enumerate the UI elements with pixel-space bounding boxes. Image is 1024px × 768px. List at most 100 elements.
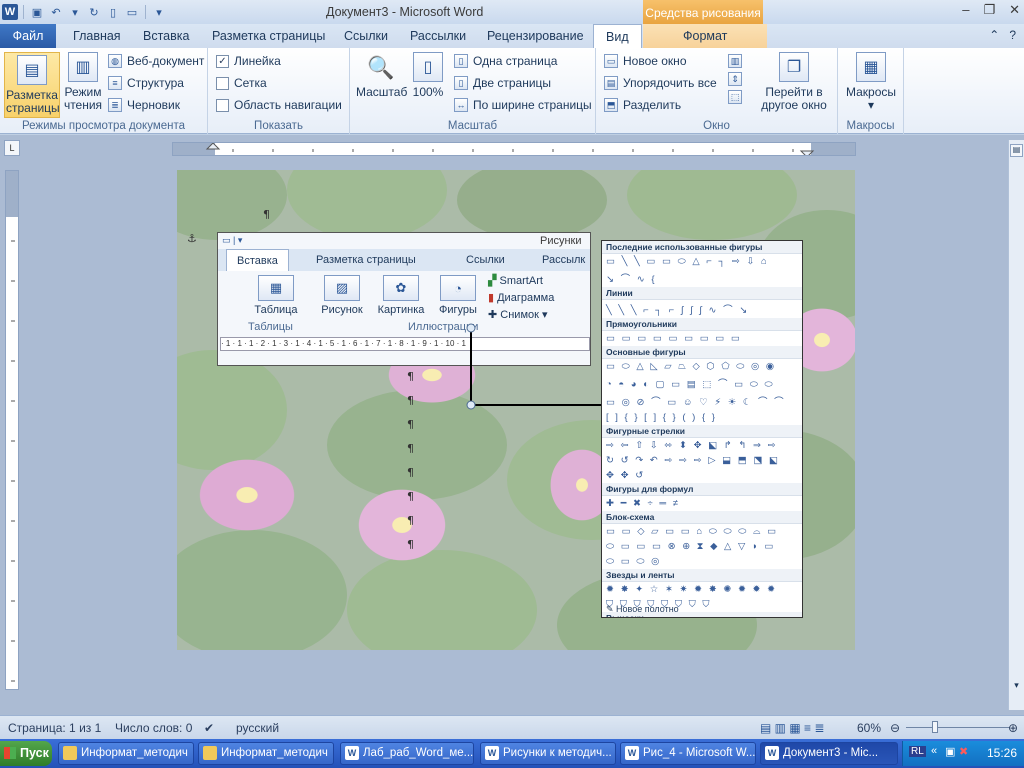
sync-scroll-icon[interactable]: ⇕: [728, 72, 742, 86]
zoom-100-button[interactable]: ▯ 100%: [410, 52, 446, 99]
word-app-icon[interactable]: W: [2, 4, 18, 20]
two-pages-button[interactable]: ▯ Две страницы: [454, 76, 551, 90]
zoom-out-icon[interactable]: ⊖: [890, 721, 900, 735]
macros-icon: ▦: [856, 52, 886, 82]
view-side-by-side-icon[interactable]: ▥: [728, 54, 742, 68]
print-layout-button[interactable]: ▤ Разметка страницы: [4, 52, 60, 118]
tab-review[interactable]: Рецензирование: [487, 24, 584, 48]
scroll-down-icon[interactable]: ▾: [1010, 680, 1023, 693]
view-shortcuts[interactable]: ▤ ▥ ▦ ≡ ≣: [760, 721, 824, 735]
shapes-row[interactable]: ◔ ◓ ◕ ◐ ▢ ▭ ▤ ⬚ ⌒ ▭ ⬭ ⬭: [602, 374, 802, 392]
page-width-button[interactable]: ↔ По ширине страницы: [454, 98, 592, 112]
taskbar-item[interactable]: Информат_методич: [58, 742, 194, 765]
network-icon[interactable]: ▣: [945, 745, 955, 758]
tab-references[interactable]: Ссылки: [344, 24, 388, 48]
tab-selector[interactable]: L: [4, 140, 20, 156]
redo-icon[interactable]: ↻: [86, 4, 102, 20]
draft-button[interactable]: ≣ Черновик: [108, 98, 180, 112]
taskbar-item[interactable]: W Лаб_раб_Word_ме...: [340, 742, 474, 765]
restore-icon[interactable]: ❐: [983, 2, 995, 18]
word-count[interactable]: Число слов: 0: [115, 721, 192, 735]
shapes-row[interactable]: ╲ ╲ ╲ ⌐ ┐ ⌐ ∫ ∫ ∫ ∿ ⌒ ↘: [602, 300, 802, 318]
shapes-row[interactable]: ✹ ✸ ✦ ☆ ✶ ✷ ✹ ✸ ✺ ✹ ✹ ✹: [602, 582, 802, 597]
shapes-row[interactable]: ▭ ▭ ▭ ▭ ▭ ▭ ▭ ▭ ▭: [602, 331, 802, 346]
taskbar-item-label: Документ3 - Mic...: [783, 747, 879, 759]
page-100-icon: ▯: [413, 52, 443, 82]
shapes-row[interactable]: ↘ ⌒ ∿ {: [602, 269, 802, 287]
vertical-ruler[interactable]: [5, 170, 19, 690]
switch-windows-button[interactable]: ❐ Перейти в другое окно: [756, 52, 832, 112]
web-layout-button[interactable]: ◍ Веб-документ: [108, 54, 204, 68]
macros-button[interactable]: ▦ Макросы ▾: [846, 52, 896, 112]
reset-position-icon[interactable]: ⬚: [728, 90, 742, 104]
language[interactable]: русский: [236, 721, 279, 735]
zoom-in-icon[interactable]: ⊕: [1008, 721, 1018, 735]
clock[interactable]: 15:26: [987, 746, 1017, 760]
proofing-icon[interactable]: ✔: [204, 721, 214, 735]
undo-icon[interactable]: ↶: [48, 4, 64, 20]
shapes-row[interactable]: ▭ ⬭ △ ◺ ▱ ⏢ ◇ ⬡ ⬠ ⬭ ◎ ◉: [602, 359, 802, 374]
open-book-icon[interactable]: ▭: [124, 4, 140, 20]
one-page-button[interactable]: ▯ Одна страница: [454, 54, 557, 68]
start-button[interactable]: Пуск: [0, 741, 52, 766]
page-count[interactable]: Страница: 1 из 1: [8, 721, 101, 735]
new-window-button[interactable]: ▭ Новое окно: [604, 54, 687, 68]
zoom-slider-track[interactable]: [906, 727, 1010, 728]
shapes-row[interactable]: ⬭ ▭ ⬭ ◎: [602, 554, 802, 569]
split-button[interactable]: ⬒ Разделить: [604, 98, 681, 112]
taskbar-item[interactable]: Информат_методич: [198, 742, 334, 765]
taskbar-item[interactable]: W Рис_4 - Microsoft W...: [620, 742, 756, 765]
minimize-icon[interactable]: –: [962, 2, 969, 18]
group-label: Окно: [703, 120, 730, 132]
new-canvas-label: ✎ Новое полотно: [606, 604, 679, 615]
taskbar-item[interactable]: W Рисунки к методич...: [480, 742, 616, 765]
word-icon: W: [485, 746, 499, 760]
shapes-row[interactable]: ⇨ ⇦ ⇧ ⇩ ⬄ ⬍ ✥ ⬕ ↱ ↰ ⇒ ⇨: [602, 438, 802, 453]
customize-qat-icon[interactable]: ▾: [151, 4, 167, 20]
shapes-section-title: Фигуры для формул: [602, 483, 802, 496]
save-icon[interactable]: ▣: [29, 4, 45, 20]
taskbar-item-active[interactable]: W Документ3 - Mic...: [760, 742, 898, 765]
shapes-gallery-screenshot[interactable]: Последние использованные фигуры ▭ ╲ ╲ ▭ ▭…: [601, 240, 803, 618]
page-width-label: По ширине страницы: [473, 98, 592, 112]
checkbox-unchecked[interactable]: [216, 76, 229, 90]
tab-mailings[interactable]: Рассылки: [410, 24, 466, 48]
shapes-row[interactable]: ▭ ╲ ╲ ▭ ▭ ⬭ △ ⌐ ┐ ⇨ ⇩ ⌂: [602, 254, 802, 269]
antivirus-icon[interactable]: ✖: [959, 745, 968, 758]
shapes-row[interactable]: [ ] { } [ ] { } ( ) { }: [602, 410, 802, 425]
language-indicator[interactable]: RL: [909, 746, 926, 757]
shapes-row[interactable]: ↻ ↺ ↷ ↶ ⇨ ⇨ ⇨ ▷ ⬓ ⬒ ⬔ ⬕: [602, 453, 802, 468]
zoom-slider-thumb[interactable]: [931, 721, 938, 733]
shapes-row[interactable]: ▭ ▭ ◇ ▱ ▭ ▭ ⌂ ⬭ ⬭ ⬭ ⌓ ▭: [602, 524, 802, 539]
reading-mode-button[interactable]: ▥ Режим чтения: [62, 52, 104, 112]
tray-expand-icon[interactable]: «: [931, 745, 937, 757]
tab-home[interactable]: Главная: [73, 24, 121, 48]
tab-file[interactable]: Файл: [0, 24, 56, 48]
shapes-row[interactable]: ⬭ ▭ ▭ ▭ ⊗ ⊕ ⧗ ◆ △ ▽ ◗ ▭: [602, 539, 802, 554]
outline-button[interactable]: ≡ Структура: [108, 76, 184, 90]
zoom-level[interactable]: 60%: [857, 721, 881, 735]
tab-format[interactable]: Формат: [643, 24, 768, 48]
checkbox-checked[interactable]: ✓: [216, 54, 229, 68]
zoom-button[interactable]: 🔍 Масштаб: [356, 52, 407, 99]
ruler-toggle-icon[interactable]: ▤: [1010, 144, 1023, 157]
horizontal-ruler[interactable]: [172, 142, 856, 156]
arrange-all-button[interactable]: ▤ Упорядочить все: [604, 76, 717, 90]
tab-page-layout[interactable]: Разметка страницы: [212, 24, 325, 48]
shapes-row[interactable]: ▭ ◎ ⊘ ⌒ ▭ ☺ ♡ ⚡ ☀ ☾ ⌒ ⌒: [602, 392, 802, 410]
ruler-checkbox[interactable]: ✓ Линейка: [216, 54, 281, 68]
tab-insert[interactable]: Вставка: [143, 24, 189, 48]
document-page[interactable]: ¶ ⚓ ¶ ¶ ¶ ¶ ¶ ¶ ¶ ¶ ▭ | ▾ Рисунки Вставк…: [177, 170, 855, 650]
shapes-row[interactable]: ✥ ✥ ↺: [602, 468, 802, 483]
collapse-ribbon-icon[interactable]: ⌃: [989, 28, 999, 42]
shapes-row[interactable]: ✚ ━ ✖ ÷ ═ ≠: [602, 496, 802, 511]
navigation-pane-checkbox[interactable]: Область навигации: [216, 98, 342, 112]
vertical-scrollbar[interactable]: ▤ ▾: [1008, 140, 1024, 710]
close-icon[interactable]: ✕: [1009, 2, 1020, 18]
grid-checkbox[interactable]: Сетка: [216, 76, 267, 90]
help-icon[interactable]: ?: [1009, 28, 1016, 42]
checkbox-unchecked[interactable]: [216, 98, 229, 112]
chevron-down-icon[interactable]: ▾: [67, 4, 83, 20]
tab-view[interactable]: Вид: [593, 24, 642, 48]
new-document-icon[interactable]: ▯: [105, 4, 121, 20]
